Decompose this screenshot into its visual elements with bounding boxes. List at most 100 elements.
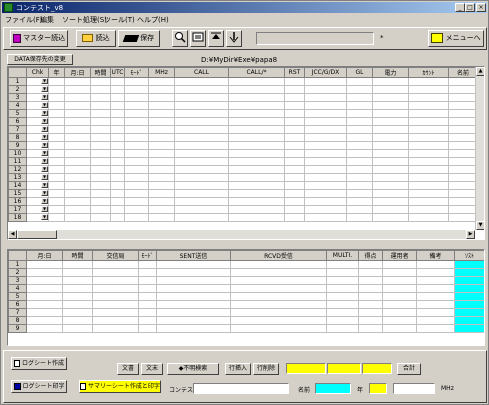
log-cell[interactable] <box>138 308 157 317</box>
entry-cell[interactable] <box>408 101 449 110</box>
entry-cell[interactable] <box>304 109 347 118</box>
entry-col-header[interactable]: CALL <box>174 67 229 78</box>
log-cell[interactable] <box>326 276 359 285</box>
entry-cell[interactable] <box>124 93 149 102</box>
log-cell[interactable] <box>358 284 383 293</box>
entry-row[interactable]: 4 ▼ <box>8 101 478 110</box>
entry-cell[interactable] <box>174 181 229 190</box>
row-delete-button[interactable]: 行削除 <box>253 363 279 375</box>
entry-cell[interactable] <box>110 133 125 142</box>
entry-col-header[interactable]: MHz <box>148 67 175 78</box>
entry-cell[interactable] <box>304 125 347 134</box>
entry-cell[interactable] <box>124 149 149 158</box>
log-row[interactable]: 3 <box>8 276 484 285</box>
entry-cell[interactable] <box>448 141 478 150</box>
entry-cell[interactable] <box>346 173 373 182</box>
log-col-header[interactable]: 得点 <box>358 250 383 261</box>
entry-cell[interactable] <box>448 101 478 110</box>
log-cell[interactable] <box>416 284 455 293</box>
entry-cell[interactable] <box>110 181 125 190</box>
entry-cell[interactable] <box>448 93 478 102</box>
log-cell[interactable] <box>26 300 63 309</box>
entry-col-header[interactable]: ｶｳﾝﾄ <box>408 67 449 78</box>
chevron-down-icon[interactable]: ▼ <box>41 198 48 204</box>
entry-cell[interactable] <box>64 213 91 222</box>
log-cell[interactable] <box>382 316 417 325</box>
chk-dropdown-cell[interactable]: ▼ <box>26 77 49 86</box>
log-row[interactable]: 7 <box>8 308 484 317</box>
entry-grid-vscroll[interactable]: ▲ ▼ <box>475 67 484 230</box>
log-cell[interactable] <box>62 276 93 285</box>
entry-cell[interactable] <box>346 77 373 86</box>
entry-cell[interactable] <box>174 141 229 150</box>
entry-cell[interactable] <box>90 165 111 174</box>
entry-col-header[interactable]: GL <box>346 67 373 78</box>
entry-cell[interactable] <box>346 149 373 158</box>
entry-cell[interactable] <box>304 181 347 190</box>
entry-cell[interactable] <box>372 133 409 142</box>
entry-cell[interactable] <box>90 173 111 182</box>
entry-cell[interactable] <box>228 149 285 158</box>
chk-dropdown-cell[interactable]: ▼ <box>26 149 49 158</box>
entry-cell[interactable] <box>304 165 347 174</box>
log-row[interactable]: 2 <box>8 268 484 277</box>
entry-cell[interactable] <box>124 197 149 206</box>
entry-cell[interactable] <box>372 93 409 102</box>
log-cell[interactable] <box>230 284 327 293</box>
log-highlight-cell[interactable] <box>454 316 484 325</box>
entry-cell[interactable] <box>174 205 229 214</box>
entry-cell[interactable] <box>346 125 373 134</box>
entry-cell[interactable] <box>448 125 478 134</box>
chevron-down-icon[interactable]: ▼ <box>41 134 48 140</box>
log-cell[interactable] <box>230 260 327 269</box>
entry-cell[interactable] <box>48 197 65 206</box>
down-arrow-button[interactable] <box>226 30 242 47</box>
log-cell[interactable] <box>358 260 383 269</box>
entry-cell[interactable] <box>124 77 149 86</box>
entry-cell[interactable] <box>284 157 305 166</box>
log-row[interactable]: 4 <box>8 284 484 293</box>
log-cell[interactable] <box>62 300 93 309</box>
entry-cell[interactable] <box>64 85 91 94</box>
entry-cell[interactable] <box>448 213 478 222</box>
entry-cell[interactable] <box>346 101 373 110</box>
log-cell[interactable] <box>382 308 417 317</box>
log-cell[interactable] <box>382 300 417 309</box>
entry-cell[interactable] <box>64 197 91 206</box>
chk-dropdown-cell[interactable]: ▼ <box>26 93 49 102</box>
log-cell[interactable] <box>26 284 63 293</box>
log-cell[interactable] <box>382 292 417 301</box>
log-col-header[interactable]: 時間 <box>62 250 93 261</box>
entry-cell[interactable] <box>284 165 305 174</box>
log-cell[interactable] <box>156 284 231 293</box>
entry-col-header[interactable]: 名前 <box>448 67 478 78</box>
entry-cell[interactable] <box>174 101 229 110</box>
log-col-header[interactable]: 運用者 <box>382 250 417 261</box>
entry-cell[interactable] <box>48 109 65 118</box>
scroll-left-arrow[interactable]: ◀ <box>8 230 17 239</box>
entry-cell[interactable] <box>448 181 478 190</box>
entry-cell[interactable] <box>228 85 285 94</box>
log-cell[interactable] <box>156 276 231 285</box>
chevron-down-icon[interactable]: ▼ <box>41 126 48 132</box>
log-cell[interactable] <box>156 268 231 277</box>
entry-cell[interactable] <box>304 205 347 214</box>
chk-dropdown-cell[interactable]: ▼ <box>26 181 49 190</box>
log-sheet-create-button[interactable]: ログシート作成 <box>11 357 67 370</box>
entry-row[interactable]: 12 ▼ <box>8 165 478 174</box>
entry-cell[interactable] <box>64 109 91 118</box>
log-cell[interactable] <box>416 268 455 277</box>
entry-cell[interactable] <box>124 157 149 166</box>
log-cell[interactable] <box>382 324 417 333</box>
log-cell[interactable] <box>416 276 455 285</box>
log-cell[interactable] <box>416 316 455 325</box>
log-cell[interactable] <box>138 284 157 293</box>
entry-cell[interactable] <box>304 133 347 142</box>
chevron-down-icon[interactable]: ▼ <box>41 190 48 196</box>
entry-cell[interactable] <box>346 141 373 150</box>
entry-cell[interactable] <box>408 189 449 198</box>
log-cell[interactable] <box>156 316 231 325</box>
chk-dropdown-cell[interactable]: ▼ <box>26 117 49 126</box>
entry-cell[interactable] <box>174 197 229 206</box>
entry-cell[interactable] <box>124 181 149 190</box>
